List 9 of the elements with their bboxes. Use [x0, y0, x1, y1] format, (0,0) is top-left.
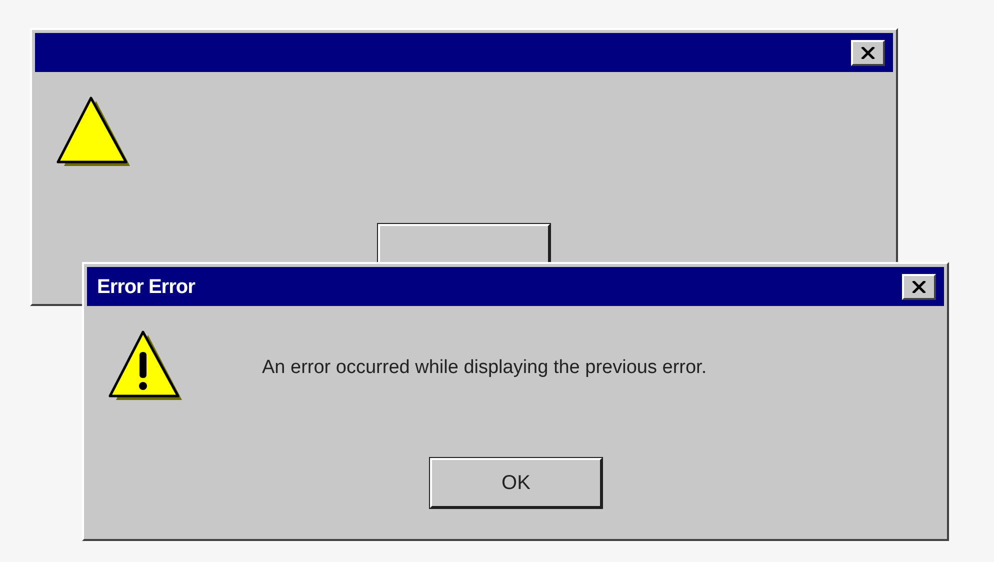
close-icon	[912, 280, 926, 292]
close-icon	[861, 46, 875, 58]
close-button[interactable]	[851, 40, 885, 66]
window-title: Error Error	[97, 274, 195, 300]
ok-button[interactable]: OK	[430, 458, 602, 508]
warning-icon	[55, 96, 131, 168]
close-button[interactable]	[902, 274, 936, 300]
warning-icon	[107, 330, 183, 402]
error-message: An error occurred while displaying the previous error.	[262, 356, 707, 380]
